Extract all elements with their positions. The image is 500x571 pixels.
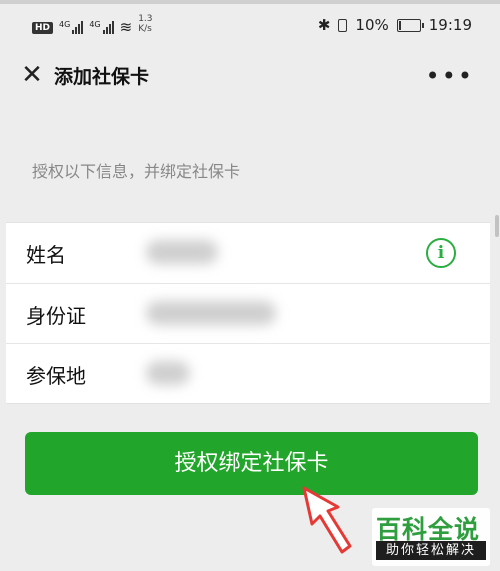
bind-social-security-card-button[interactable]: 授权绑定社保卡 — [25, 432, 478, 495]
name-value-redacted — [146, 240, 218, 264]
battery-percent: 10% — [355, 16, 389, 34]
net-speed-unit: K/s — [138, 24, 152, 34]
network-label-2: 4G — [89, 20, 101, 29]
signal-icon-1: 4G — [59, 20, 84, 34]
clock: 19:19 — [428, 16, 472, 34]
info-card: 姓名 i 身份证 参保地 — [6, 222, 490, 404]
wifi-icon: ≋ — [119, 18, 133, 36]
id-label: 身份证 — [26, 304, 86, 328]
watermark-subtitle: 助你轻松解决 — [376, 541, 486, 560]
info-row-region: 参保地 — [6, 343, 490, 404]
info-row-id: 身份证 — [6, 283, 490, 344]
pointer-arrow-icon — [302, 486, 352, 554]
info-row-name: 姓名 i — [6, 223, 490, 283]
net-speed: 1.3 K/s — [138, 14, 152, 34]
hd-badge: HD — [32, 22, 54, 34]
authorization-hint: 授权以下信息，并绑定社保卡 — [32, 162, 241, 181]
bluetooth-icon: ✱ — [317, 16, 331, 34]
signal-icon-2: 4G — [89, 20, 114, 34]
region-value-redacted — [146, 361, 190, 385]
net-speed-value: 1.3 — [138, 14, 153, 24]
status-right: ✱ 10% 19:19 — [318, 16, 472, 34]
battery-icon — [396, 18, 424, 32]
status-left: HD 4G 4G ≋ 1.3 K/s — [32, 14, 153, 36]
close-icon[interactable]: ✕ — [18, 60, 46, 90]
nav-bar: ✕ 添加社保卡 ••• — [0, 46, 500, 106]
network-label-1: 4G — [59, 20, 71, 29]
name-label: 姓名 — [26, 243, 66, 267]
vibrate-icon — [338, 18, 348, 32]
info-icon[interactable]: i — [426, 238, 456, 268]
scrollbar[interactable] — [495, 215, 499, 237]
watermark-logo: 百科全说 助你轻松解决 — [372, 508, 490, 566]
region-label: 参保地 — [26, 364, 86, 388]
more-icon[interactable]: ••• — [426, 62, 474, 90]
status-bar: HD 4G 4G ≋ 1.3 K/s ✱ 10% 19:19 — [0, 4, 500, 46]
id-value-redacted — [146, 301, 276, 325]
page-title: 添加社保卡 — [54, 66, 150, 88]
